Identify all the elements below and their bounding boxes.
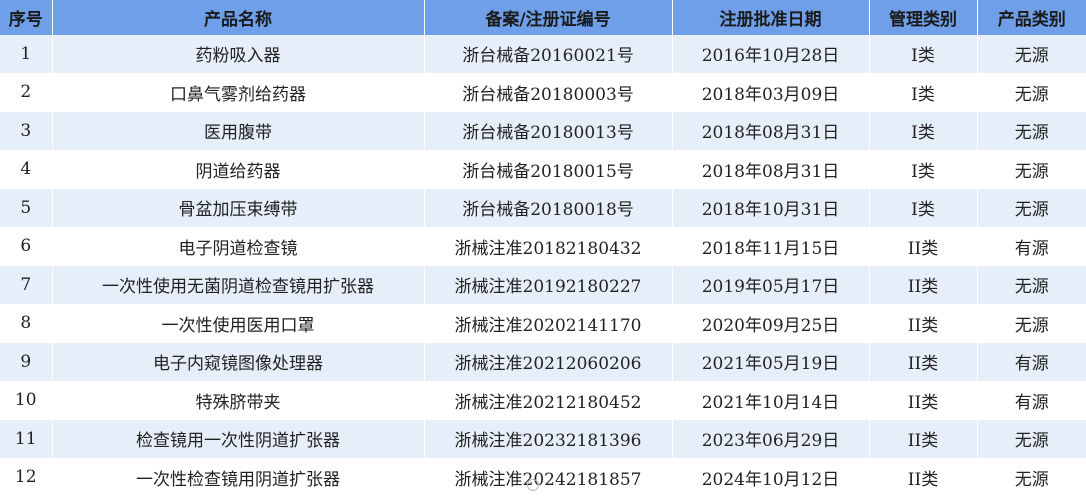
cell-index: 9 — [0, 342, 53, 382]
cell-approval-date: 2018年03月09日 — [672, 73, 870, 112]
product-registration-table: 序号 产品名称 备案/注册证编号 注册批准日期 管理类别 产品类别 1 药粉吸入器… — [0, 0, 1086, 497]
cell-product-category: 无源 — [977, 188, 1086, 228]
table-row: 8 一次性使用医用口罩 浙械注准20202141170 2020年09月25日 II类无… — [0, 304, 1086, 343]
header-approval-date: 注册批准日期 — [672, 0, 870, 35]
cell-registration-number: 浙械注准20212180452 — [424, 381, 673, 420]
table-row: 11 检查镜用一次性阴道扩张器 浙械注准20232181396 2023年06月29日… — [0, 419, 1086, 459]
table-body: 1 药粉吸入器 浙台械备20160021号 2016年10月28日 I类 无源 2 口鼻气雾剂… — [0, 35, 1086, 497]
cell-approval-date: 2018年08月31日 — [672, 150, 870, 189]
cell-product-name: 一次性检查镜用阴道扩张器 — [52, 458, 425, 497]
cell-product-name: 医用腹带 — [52, 111, 425, 151]
cell-management-class: II类 — [869, 381, 978, 420]
cell-product-category: 无源 — [977, 265, 1086, 305]
header-row: 序号 产品名称 备案/注册证编号 注册批准日期 管理类别 产品类别 — [0, 0, 1086, 35]
cell-registration-number: 浙械注准20192180227 — [424, 265, 673, 305]
cell-index: 10 — [0, 381, 53, 420]
cell-management-class: II类 — [869, 458, 978, 497]
header-index: 序号 — [0, 0, 53, 35]
cell-registration-number: 浙台械备20180015号 — [424, 150, 673, 189]
cell-product-name: 口鼻气雾剂给药器 — [52, 73, 425, 112]
cell-product-category: 无源 — [977, 419, 1086, 459]
cell-product-category: 无源 — [977, 458, 1086, 497]
watermark-circle-icon — [527, 479, 539, 491]
cell-index: 5 — [0, 188, 53, 228]
cell-management-class: II类 — [869, 342, 978, 382]
cell-product-category: 无源 — [977, 150, 1086, 189]
cell-product-name: 骨盆加压束缚带 — [52, 188, 425, 228]
header-registration-number: 备案/注册证编号 — [424, 0, 673, 35]
cell-product-name: 电子阴道检查镜 — [52, 227, 425, 266]
cell-product-category: 无源 — [977, 111, 1086, 151]
table-row: 10 特殊脐带夹 浙械注准20212180452 2021年10月14日 II类 有源 — [0, 381, 1086, 420]
table-row: 7 一次性使用无菌阴道检查镜用扩张器 浙械注准20192180227 2019年05月… — [0, 265, 1086, 305]
table-row: 6 电子阴道检查镜 浙械注准20182180432 2018年11月15日 II类 有源 — [0, 227, 1086, 266]
table-row: 1 药粉吸入器 浙台械备20160021号 2016年10月28日 I类 无源 — [0, 35, 1086, 74]
cell-product-category: 无源 — [977, 304, 1086, 343]
cell-approval-date: 2023年06月29日 — [672, 419, 870, 459]
cell-management-class: I类 — [869, 35, 978, 74]
cell-management-class: I类 — [869, 150, 978, 189]
cell-registration-number: 浙台械备20160021号 — [424, 35, 673, 74]
table-row: 2 口鼻气雾剂给药器 浙台械备20180003号 2018年03月09日 I类 无源 — [0, 73, 1086, 112]
cell-approval-date: 2024年10月12日 — [672, 458, 870, 497]
cell-registration-number: 浙械注准20212060206 — [424, 342, 673, 382]
cell-registration-number: 浙械注准20182180432 — [424, 227, 673, 266]
cell-product-category: 有源 — [977, 342, 1086, 382]
cell-approval-date: 2019年05月17日 — [672, 265, 870, 305]
cell-management-class: II类 — [869, 265, 978, 305]
cell-registration-number: 浙械注准20242181857 — [424, 458, 673, 497]
cell-product-name: 特殊脐带夹 — [52, 381, 425, 420]
table-row: 5 骨盆加压束缚带 浙台械备20180018号 2018年10月31日 I类 无源 — [0, 188, 1086, 228]
cell-management-class: II类 — [869, 419, 978, 459]
header-management-class: 管理类别 — [869, 0, 978, 35]
table-row: 12 一次性检查镜用阴道扩张器 浙械注准20242181857 2024年10月12日… — [0, 458, 1086, 497]
cell-product-name: 一次性使用无菌阴道检查镜用扩张器 — [52, 265, 425, 305]
cell-product-name: 一次性使用医用口罩 — [52, 304, 425, 343]
cell-index: 3 — [0, 111, 53, 151]
cell-product-name: 阴道给药器 — [52, 150, 425, 189]
cell-product-category: 有源 — [977, 227, 1086, 266]
cell-management-class: I类 — [869, 73, 978, 112]
cell-approval-date: 2018年10月31日 — [672, 188, 870, 228]
table-row: 9 电子内窥镜图像处理器 浙械注准20212060206 2021年05月19日 II类… — [0, 342, 1086, 382]
cell-product-category: 有源 — [977, 381, 1086, 420]
cell-index: 11 — [0, 419, 53, 459]
cell-product-name: 电子内窥镜图像处理器 — [52, 342, 425, 382]
cell-management-class: II类 — [869, 227, 978, 266]
cell-registration-number: 浙械注准20232181396 — [424, 419, 673, 459]
header-product-name: 产品名称 — [52, 0, 425, 35]
table-header: 序号 产品名称 备案/注册证编号 注册批准日期 管理类别 产品类别 — [0, 0, 1086, 35]
cell-management-class: II类 — [869, 304, 978, 343]
cell-approval-date: 2020年09月25日 — [672, 304, 870, 343]
cell-management-class: I类 — [869, 111, 978, 151]
cell-index: 1 — [0, 35, 53, 74]
cell-management-class: I类 — [869, 188, 978, 228]
cell-product-name: 检查镜用一次性阴道扩张器 — [52, 419, 425, 459]
header-product-category: 产品类别 — [977, 0, 1086, 35]
cell-index: 12 — [0, 458, 53, 497]
table-row: 3 医用腹带 浙台械备20180013号 2018年08月31日 I类 无源 — [0, 111, 1086, 151]
cell-registration-number: 浙械注准20202141170 — [424, 304, 673, 343]
cell-approval-date: 2021年10月14日 — [672, 381, 870, 420]
cell-index: 8 — [0, 304, 53, 343]
cell-index: 7 — [0, 265, 53, 305]
table-row: 4 阴道给药器 浙台械备20180015号 2018年08月31日 I类 无源 — [0, 150, 1086, 189]
cell-approval-date: 2021年05月19日 — [672, 342, 870, 382]
cell-registration-number: 浙台械备20180003号 — [424, 73, 673, 112]
cell-registration-number: 浙台械备20180013号 — [424, 111, 673, 151]
cell-approval-date: 2018年11月15日 — [672, 227, 870, 266]
cell-index: 6 — [0, 227, 53, 266]
cell-approval-date: 2018年08月31日 — [672, 111, 870, 151]
cell-approval-date: 2016年10月28日 — [672, 35, 870, 74]
cell-index: 4 — [0, 150, 53, 189]
cell-product-category: 无源 — [977, 35, 1086, 74]
cell-index: 2 — [0, 73, 53, 112]
cell-product-category: 无源 — [977, 73, 1086, 112]
cell-product-name: 药粉吸入器 — [52, 35, 425, 74]
cell-registration-number: 浙台械备20180018号 — [424, 188, 673, 228]
